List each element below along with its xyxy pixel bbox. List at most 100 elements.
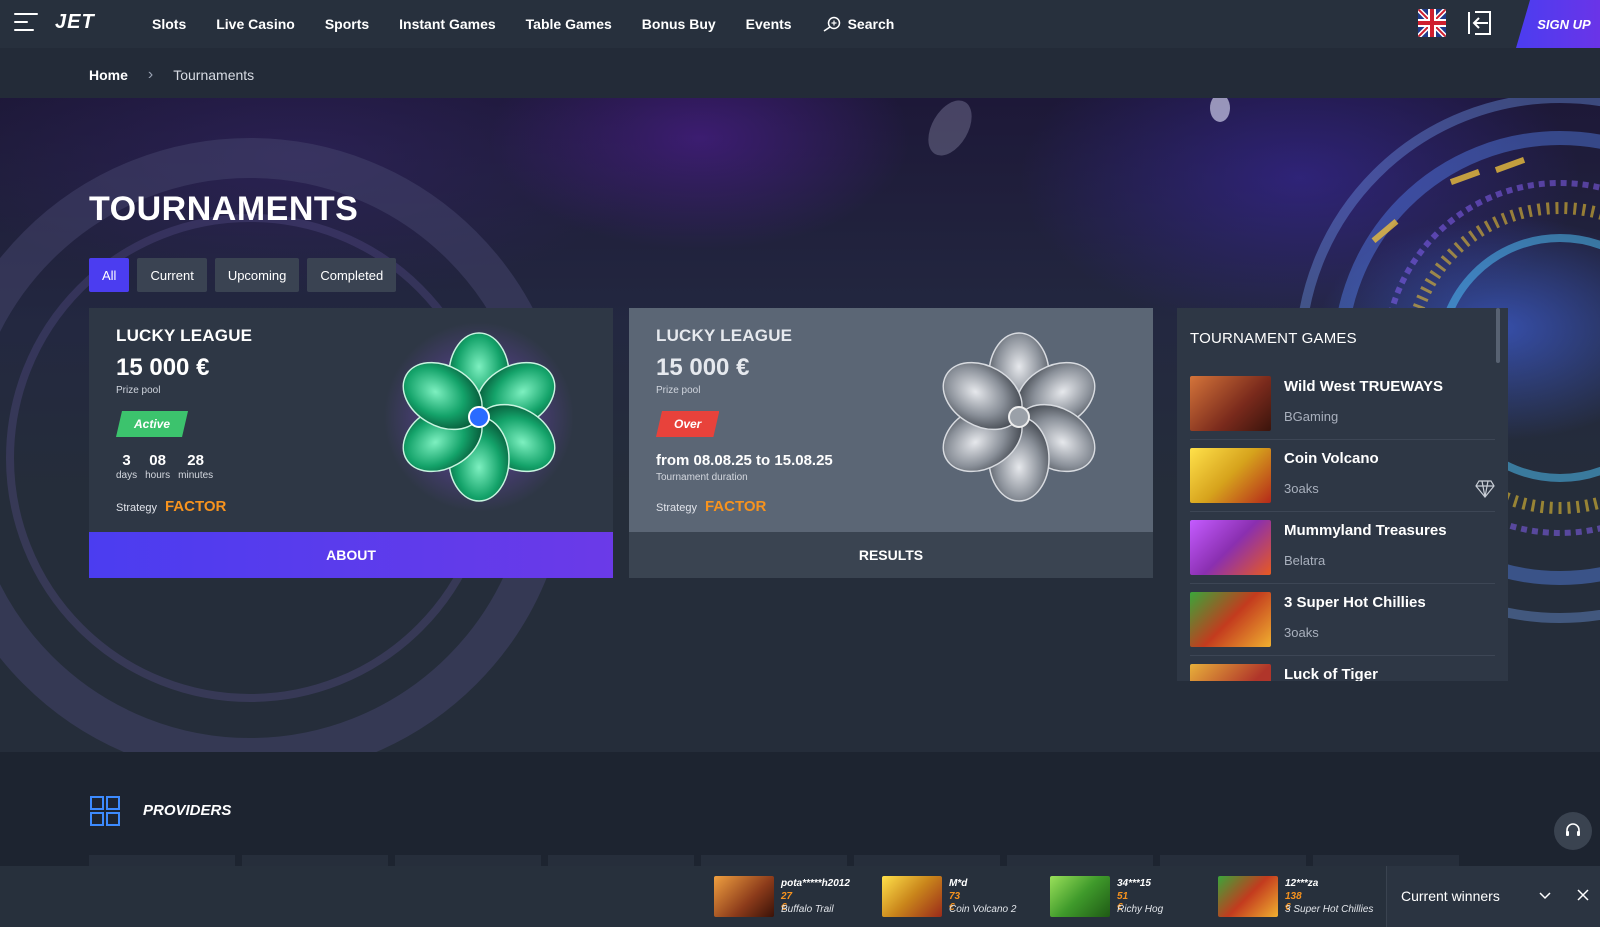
game-item[interactable]: 3 Super Hot Chillies 3oaks [1190, 584, 1495, 656]
winner-user: 12***za [1285, 878, 1319, 889]
nav-bonus-buy[interactable]: Bonus Buy [642, 16, 716, 32]
current-winners-toggle[interactable]: Current winners [1386, 866, 1600, 927]
breadcrumb: Home › Tournaments [89, 66, 254, 84]
tournament-card-body[interactable]: LUCKY LEAGUE 15 000 € Prize pool Active … [89, 308, 613, 532]
game-name[interactable]: Wild West TRUEWAYS [1284, 378, 1443, 395]
tournament-name: LUCKY LEAGUE [656, 326, 793, 345]
tournament-duration: from 08.08.25 to 15.08.25 Tournament dur… [656, 452, 833, 483]
strategy-label: Strategy [116, 502, 157, 514]
winner-user: M*d [949, 878, 968, 889]
game-name[interactable]: Luck of Tiger [1284, 666, 1378, 681]
results-button[interactable]: RESULTS [629, 532, 1153, 578]
tournament-card: LUCKY LEAGUE 15 000 € Prize pool Active … [89, 308, 613, 578]
game-item[interactable]: Luck of Tiger [1190, 656, 1495, 681]
game-name[interactable]: Mummyland Treasures [1284, 522, 1447, 539]
game-item[interactable]: Coin Volcano 3oaks [1190, 440, 1495, 512]
tournament-card: LUCKY LEAGUE 15 000 € Prize pool Over fr… [629, 308, 1153, 578]
filter-completed[interactable]: Completed [307, 258, 397, 292]
winner-game: 3 Super Hot Chillies [1285, 904, 1374, 915]
game-thumbnail[interactable] [1190, 592, 1271, 647]
game-provider: 3oaks [1284, 481, 1319, 496]
main-nav: Slots Live Casino Sports Instant Games T… [152, 0, 924, 48]
winner-game: Richy Hog [1117, 904, 1164, 915]
winners-bar: pota*****h2012 27 € Buffalo Trail M*d 73… [0, 866, 1600, 927]
game-thumbnail[interactable] [1190, 376, 1271, 431]
uk-flag-icon[interactable] [1418, 9, 1446, 37]
clover-gem-image [384, 322, 574, 512]
tournament-games-title: TOURNAMENT GAMES [1190, 330, 1357, 347]
scrollbar[interactable] [1496, 308, 1500, 363]
status-badge: Active [116, 411, 188, 437]
tournament-games-panel: TOURNAMENT GAMES Wild West TRUEWAYS BGam… [1177, 308, 1508, 681]
filter-current[interactable]: Current [137, 258, 207, 292]
close-icon[interactable] [1575, 887, 1591, 903]
tournament-card-body[interactable]: LUCKY LEAGUE 15 000 € Prize pool Over fr… [629, 308, 1153, 532]
timer-days: 3 [122, 452, 131, 469]
timer-minutes: 28 [187, 452, 204, 469]
game-provider: BGaming [1284, 409, 1339, 424]
tournament-name: LUCKY LEAGUE [116, 326, 253, 345]
breadcrumb-home[interactable]: Home [89, 67, 128, 83]
winner-game: Coin Volcano 2 [949, 904, 1017, 915]
winner-game-thumbnail[interactable] [1218, 876, 1278, 917]
prize-amount: 15 000 € [116, 354, 210, 381]
nav-sports[interactable]: Sports [325, 16, 369, 32]
nav-live-casino[interactable]: Live Casino [216, 16, 295, 32]
prize-label: Prize pool [116, 385, 161, 396]
winner-game-thumbnail[interactable] [714, 876, 774, 917]
winner-game: Buffalo Trail [781, 904, 834, 915]
filter-upcoming[interactable]: Upcoming [214, 258, 300, 292]
chevron-right-icon: › [147, 66, 154, 83]
strategy-value: FACTOR [164, 498, 227, 515]
nav-search[interactable]: Search [822, 16, 894, 32]
winner-game-thumbnail[interactable] [1050, 876, 1110, 917]
menu-icon[interactable] [14, 13, 40, 35]
logo[interactable]: JET [55, 11, 95, 34]
tournament-games-list: Wild West TRUEWAYS BGaming Coin Volcano … [1190, 368, 1495, 681]
diamond-icon [1475, 480, 1495, 498]
support-button[interactable] [1554, 812, 1592, 850]
nav-table-games[interactable]: Table Games [526, 16, 612, 32]
timer-days-label: days [116, 470, 138, 481]
prize-amount: 15 000 € [656, 354, 750, 381]
search-icon [823, 16, 840, 32]
clover-gem-image [942, 332, 1096, 502]
headset-icon [1566, 823, 1580, 836]
nav-slots[interactable]: Slots [152, 16, 186, 32]
top-bar: JET Slots Live Casino Sports Instant Gam… [0, 0, 1600, 48]
game-name[interactable]: Coin Volcano [1284, 450, 1379, 467]
game-item[interactable]: Wild West TRUEWAYS BGaming [1190, 368, 1495, 440]
duration-dates: from 08.08.25 to 15.08.25 [656, 452, 833, 469]
game-provider: Belatra [1284, 553, 1326, 568]
page-title: TOURNAMENTS [89, 190, 359, 228]
nav-instant-games[interactable]: Instant Games [399, 16, 495, 32]
strategy-label: Strategy [656, 502, 697, 514]
about-button[interactable]: ABOUT [89, 532, 613, 578]
winner-game-thumbnail[interactable] [882, 876, 942, 917]
game-item[interactable]: Mummyland Treasures Belatra [1190, 512, 1495, 584]
chevron-down-icon[interactable] [1537, 887, 1553, 903]
nav-events[interactable]: Events [746, 16, 792, 32]
signup-button[interactable]: SIGN UP [1516, 0, 1600, 48]
login-icon[interactable] [1466, 9, 1494, 37]
filter-all[interactable]: All [89, 258, 130, 292]
strategy: Strategy FACTOR [656, 498, 766, 515]
strategy: Strategy FACTOR [116, 498, 226, 515]
timer-minutes-label: minutes [178, 470, 214, 481]
game-thumbnail[interactable] [1190, 448, 1271, 503]
game-thumbnail[interactable] [1190, 520, 1271, 575]
timer-hours-label: hours [145, 470, 171, 481]
game-name[interactable]: 3 Super Hot Chillies [1284, 594, 1426, 611]
prize-label: Prize pool [656, 385, 701, 396]
winner-user: 34***15 [1117, 878, 1151, 889]
tournament-filters: All Current Upcoming Completed [89, 258, 397, 292]
current-winners-label: Current winners [1401, 888, 1500, 904]
breadcrumb-current: Tournaments [173, 67, 255, 83]
strategy-value: FACTOR [704, 498, 767, 515]
providers-title: PROVIDERS [143, 802, 232, 819]
timer-hours: 08 [149, 452, 166, 469]
winner-user: pota*****h2012 [781, 878, 850, 889]
game-thumbnail[interactable] [1190, 664, 1271, 681]
grid-icon [90, 796, 120, 826]
countdown-timer: 3 days 08 hours 28 minutes [116, 452, 213, 481]
